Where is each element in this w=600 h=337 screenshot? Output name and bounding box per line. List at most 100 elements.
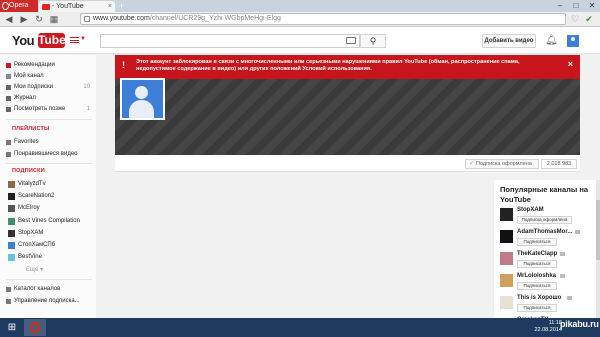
subscriber-count: 2 018 983	[541, 159, 577, 169]
subscription-item[interactable]: ScareNation2	[4, 191, 94, 202]
popular-channel[interactable]: This is Хорошо Подписаться	[500, 295, 600, 319]
tab-title: - YouTube	[52, 3, 84, 10]
windows-start-icon[interactable]: ⊞	[4, 320, 20, 335]
popular-channel[interactable]: AdamThomasMor... Подписаться	[500, 229, 600, 253]
channel-thumbnail	[8, 254, 15, 262]
sidebar-divider	[6, 119, 92, 120]
sidebar-footer-label: Управление подписка...	[14, 298, 80, 304]
subscription-item[interactable]: BestVine	[4, 252, 94, 263]
sidebar-divider	[6, 163, 92, 164]
subscription-label: Best Vines Compilation	[18, 217, 80, 224]
scrollbar-thumb[interactable]	[596, 200, 600, 260]
home-icon	[6, 63, 11, 68]
channel-thumbnail	[500, 296, 513, 309]
channel-name[interactable]: This is Хорошо	[517, 295, 561, 301]
subscription-label: StopXAM	[18, 229, 44, 236]
sidebar-item[interactable]: Журнал	[4, 93, 94, 104]
new-tab-button[interactable]: +	[119, 2, 129, 11]
subscribe-button[interactable]: Подписаться	[517, 238, 557, 246]
subscribe-button[interactable]: Подписка оформлена	[517, 216, 572, 224]
sidebar-item-label: Мой канал	[14, 73, 44, 79]
close-alert-icon[interactable]: ×	[568, 60, 573, 69]
search-button[interactable]: ⚲	[360, 34, 386, 48]
channel-name[interactable]: AdamThomasMor...	[517, 229, 572, 235]
subscription-label: VitalyzdTv	[18, 181, 46, 187]
sidebar-item-label: Посмотреть позже	[14, 106, 66, 112]
subscription-item[interactable]: СтопХамСПб	[4, 240, 94, 251]
user-icon	[6, 74, 11, 79]
alert-text: Этот аккаунт заблокирован в связи с мног…	[136, 59, 520, 72]
sidebar-item-label: Мои подписки	[14, 84, 53, 90]
settings-icon	[6, 299, 11, 304]
sidebar-footer-item[interactable]: Управление подписка...	[4, 296, 94, 307]
playlist-item[interactable]: Понравившиеся видео	[4, 149, 94, 160]
sidebar-footer-item[interactable]: Каталог каналов	[4, 284, 94, 295]
account-avatar[interactable]	[567, 35, 579, 47]
subscription-item[interactable]: VitalyzdTv	[4, 179, 94, 190]
subscription-item[interactable]: StopXAM	[4, 228, 94, 239]
secure-lock-icon	[84, 16, 90, 22]
shield-icon[interactable]: ✔	[584, 13, 594, 25]
grid-icon[interactable]: ▦	[48, 13, 60, 25]
subscribe-button[interactable]: Подписаться	[517, 282, 557, 290]
minimize-icon[interactable]: –	[552, 0, 568, 12]
sidebar-item[interactable]: Рекомендации	[4, 60, 94, 71]
maximize-icon[interactable]: □	[568, 0, 584, 12]
popular-channel[interactable]: MrLololoshka Подписаться	[500, 273, 600, 297]
history-icon	[6, 96, 11, 101]
catalog-icon	[6, 287, 11, 292]
tab-close-icon[interactable]: ×	[108, 1, 112, 12]
browser-tab-youtube[interactable]: - YouTube ×	[39, 1, 115, 12]
guide-menu-icon[interactable]	[70, 37, 79, 43]
keyboard-icon[interactable]	[346, 37, 356, 44]
back-icon[interactable]: ◀	[3, 13, 15, 25]
channel-thumbnail	[8, 181, 15, 188]
search-input[interactable]	[100, 34, 360, 48]
scrollbar[interactable]	[596, 180, 600, 320]
system-clock[interactable]: 11:18 22.08.2014	[522, 320, 562, 334]
show-more-link[interactable]: Ещё ▾	[26, 266, 43, 273]
channel-avatar[interactable]	[120, 78, 165, 120]
subscribed-button[interactable]: ✓ Подписка оформлена	[465, 159, 539, 169]
channel-thumbnail	[500, 230, 513, 243]
subscribe-button[interactable]: Подписаться	[517, 260, 557, 268]
popular-channel[interactable]: TheKateClapp Подписаться	[500, 251, 600, 275]
close-window-icon[interactable]: ✕	[584, 0, 600, 12]
verified-badge-icon	[567, 296, 573, 300]
subscription-label: СтопХамСПб	[18, 242, 56, 248]
heart-icon[interactable]: ♡	[570, 13, 580, 25]
playlists-heading: ПЛЕЙЛИСТЫ	[12, 126, 50, 132]
windows-taskbar	[0, 318, 600, 337]
playlist-label: Favorites	[14, 139, 39, 145]
channel-name[interactable]: MrLololoshka	[517, 273, 556, 279]
playlist-item[interactable]: Favorites	[4, 137, 94, 148]
opera-menu-button[interactable]: Opera	[0, 0, 38, 12]
clock-icon	[6, 107, 11, 112]
sidebar-item-count: 1	[86, 106, 90, 112]
youtube-logo[interactable]: You	[12, 33, 35, 48]
search-icon: ⚲	[369, 36, 377, 46]
address-bar[interactable]: www.youtube.com/channel/UCR29g_Yzhi WGbp…	[80, 13, 566, 25]
channel-name[interactable]: TheKateClapp	[517, 251, 557, 257]
add-video-button[interactable]: Добавить видео	[482, 34, 536, 48]
warning-icon: !	[122, 60, 125, 70]
forward-icon[interactable]: ▶	[18, 13, 30, 25]
bell-icon[interactable]: 🔔︎	[545, 35, 558, 47]
subscribe-button[interactable]: Подписаться	[517, 304, 557, 312]
opera-logo-icon	[2, 2, 9, 10]
sidebar-footer-label: Каталог каналов	[14, 286, 61, 292]
channel-name[interactable]: StopXAM	[517, 207, 544, 213]
subscription-item[interactable]: McElroy	[4, 203, 94, 214]
channel-thumbnail	[500, 274, 513, 287]
youtube-logo-tube[interactable]: Tube	[38, 33, 66, 48]
sidebar-item[interactable]: Мой канал	[4, 71, 94, 82]
chevron-down-icon[interactable]: ▼	[80, 36, 86, 42]
sidebar-item[interactable]: Мои подписки 10	[4, 82, 94, 93]
list-icon	[6, 140, 11, 145]
popular-channel[interactable]: StopXAM Подписка оформлена	[500, 207, 600, 231]
reload-icon[interactable]: ↻	[33, 13, 45, 25]
subscription-item[interactable]: Best Vines Compilation	[4, 216, 94, 227]
clock-date: 22.08.2014	[534, 327, 562, 333]
taskbar-opera-app[interactable]	[24, 319, 46, 336]
sidebar-item[interactable]: Посмотреть позже 1	[4, 104, 94, 115]
